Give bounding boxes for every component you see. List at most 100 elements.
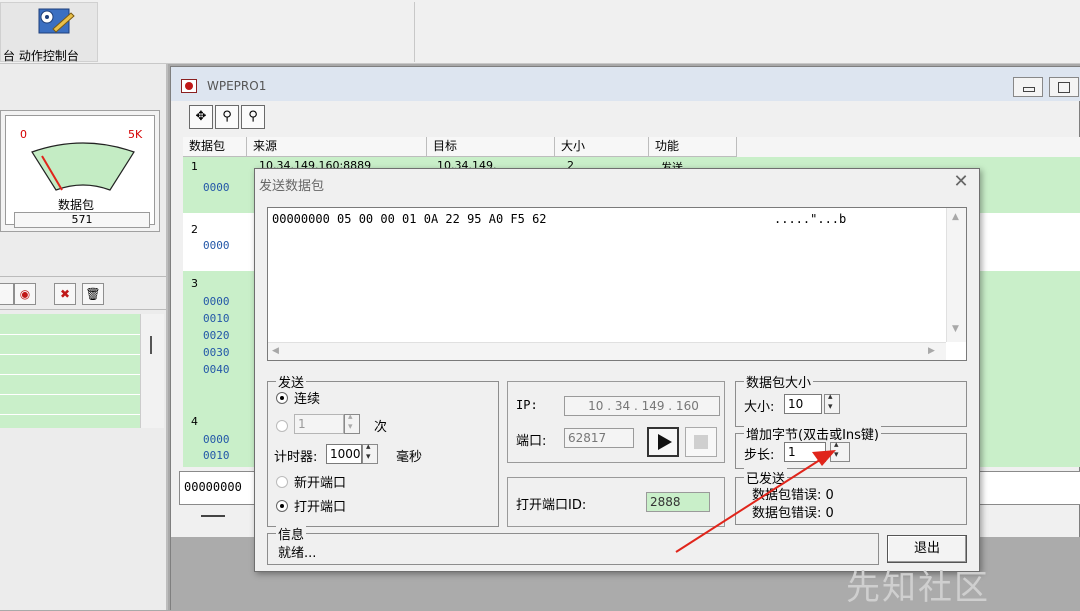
packet-offset: 0010 [203,449,230,462]
wpe-toolbar: ✥ ⚲ ⚲ [189,105,281,129]
scroll-up-icon: ▲ [952,212,959,222]
size-label: 大小: [744,400,775,415]
sent-error-count: 数据包错误: 0 [752,506,834,521]
filter-list[interactable] [0,314,140,428]
packet-number: 2 [191,223,198,236]
packet-offset: 0000 [203,433,230,446]
exit-button[interactable]: 退出 [887,535,967,563]
col-header-function[interactable]: 功能 [649,137,737,157]
search-icon[interactable]: ⚲ [215,105,239,129]
step-input[interactable]: 1 [784,442,826,462]
packet-offset: 0000 [203,239,230,252]
open-port-id-label: 打开端口ID: [516,498,587,513]
open-port-radio[interactable] [276,500,288,512]
packet-number: 3 [191,277,198,290]
scroll-down-icon: ▼ [952,324,959,334]
delete-icon[interactable]: ✖ [54,283,76,305]
left-tool-button[interactable] [0,283,14,305]
info-group: 信息 就绪... [267,524,879,565]
stop-button[interactable] [685,427,717,457]
send-play-button[interactable] [647,427,679,457]
wpe-app-icon [181,79,197,93]
send-group: 发送 连续 1 次 计时器: 1000 毫秒 新开端口 打开端口 [267,372,499,527]
count-radio[interactable] [276,420,288,432]
ip-label: IP: [516,398,538,412]
gauge-count: 571 [14,212,150,228]
scroll-right-icon: ▶ [928,346,935,356]
close-icon[interactable]: ✕ [949,171,973,193]
open-port-label: 打开端口 [294,500,347,515]
restore-button[interactable] [1049,77,1079,97]
col-header-packet[interactable]: 数据包 [183,137,247,157]
sent-group: 已发送 数据包错误: 0 数据包错误: 0 [735,468,967,525]
step-label: 步长: [744,448,775,463]
packet-gauge: 0 5K 数据包 571 [0,110,160,232]
wpe-titlebar: WPEPRO1 [171,67,1080,101]
hex-offset: 00000000 [184,480,242,494]
timer-input[interactable]: 1000 [326,444,362,464]
gauge-max-label: 5K [128,128,143,141]
scroll-indicator[interactable] [201,515,225,517]
col-header-target[interactable]: 目标 [427,137,555,157]
sent-error-count: 数据包错误: 0 [752,488,834,503]
ascii-data-line: ....."...b [774,212,847,226]
continuous-label: 连续 [294,392,321,407]
gauge-min-label: 0 [20,128,27,141]
action-console-label: 台 动作控制台 [3,49,79,63]
action-console-button[interactable]: 台 动作控制台 [0,2,98,63]
packet-offset: 0020 [203,329,230,342]
watermark: 先知社区 [846,568,990,608]
ip-field[interactable]: 10 . 34 . 149 . 160 [564,396,720,416]
size-input[interactable]: 10 [784,394,822,414]
hex-data-line: 00000000 05 00 00 01 0A 22 95 A0 F5 62 [272,212,547,226]
count-unit: 次 [374,420,388,435]
port-label: 端口: [516,434,547,449]
minimize-button[interactable] [1013,77,1043,97]
col-header-size[interactable]: 大小 [555,137,649,157]
dialog-title: 发送数据包 [259,179,325,194]
packet-offset: 0000 [203,295,230,308]
count-input[interactable]: 1 [294,414,344,434]
hex-horizontal-scrollbar[interactable]: ◀ ▶ [268,342,946,360]
packet-size-group: 数据包大小 大小: 10 [735,372,967,427]
trash-icon[interactable]: 🗑 [82,283,104,305]
size-stepper[interactable] [824,392,840,414]
new-port-label: 新开端口 [294,476,347,491]
packet-offset: 0030 [203,346,230,359]
action-console-icon [38,8,75,34]
count-stepper[interactable] [344,412,360,434]
main-toolbar: 台 动作控制台 [0,0,1080,64]
hex-vertical-scrollbar[interactable]: ▲ ▼ [946,208,966,342]
increment-group: 增加字节(双击或Ins键) 步长: 1 [735,424,967,469]
packet-offset: 0040 [203,363,230,376]
send-packet-dialog: 发送数据包 ✕ 00000000 05 00 00 01 0A 22 95 A0… [254,168,980,572]
filter-list-scrollbar[interactable] [140,314,164,428]
left-panel: 0 5K 数据包 571 ◉ ✖ 🗑 [0,64,168,610]
packet-hex-editor[interactable]: 00000000 05 00 00 01 0A 22 95 A0 F5 62 .… [267,207,967,361]
gauge-caption: 数据包 [58,198,95,212]
open-port-panel: 打开端口ID: 2888 [507,477,725,527]
toolbar-divider [414,2,415,62]
packet-grid-header: 数据包 来源 目标 大小 功能 [183,137,1080,157]
timer-unit: 毫秒 [396,450,423,465]
move-icon[interactable]: ✥ [189,105,213,129]
new-port-radio[interactable] [276,476,288,488]
port-field[interactable]: 62817 [564,428,634,448]
packet-offset: 0000 [203,181,230,194]
increment-title: 增加字节(双击或Ins键) [744,424,881,443]
continuous-radio[interactable] [276,392,288,404]
step-stepper[interactable] [830,440,850,462]
packet-number: 1 [191,160,198,173]
timer-label: 计时器: [274,450,318,465]
info-title: 信息 [276,524,307,543]
record-icon[interactable]: ◉ [14,283,36,305]
wpe-title: WPEPRO1 [207,79,267,93]
packet-number: 4 [191,415,198,428]
col-header-source[interactable]: 来源 [247,137,427,157]
search-next-icon[interactable]: ⚲ [241,105,265,129]
packet-offset: 0010 [203,312,230,325]
packet-size-title: 数据包大小 [744,372,814,391]
timer-stepper[interactable] [362,442,378,464]
open-port-id-field[interactable]: 2888 [646,492,710,512]
gauge-face: 0 5K 数据包 571 [5,115,155,228]
